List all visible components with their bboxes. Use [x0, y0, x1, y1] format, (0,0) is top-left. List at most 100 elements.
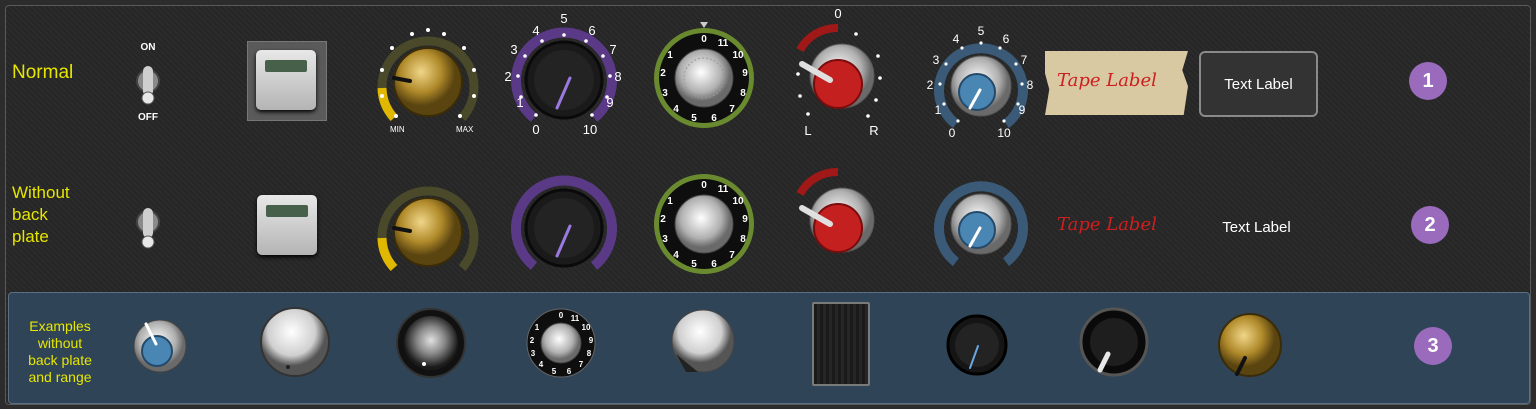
green-dial-knob[interactable]: 0 11 10 9 8 7 6 5 4 3 2 1 [648, 20, 758, 130]
row-label-without-back-plate: Without back plate [12, 182, 70, 248]
dial-number: 6 [711, 259, 717, 270]
gold-knob-no-plate[interactable] [372, 172, 482, 282]
examples-panel [8, 292, 1530, 404]
row-label-line: without [37, 335, 83, 351]
dial-number: 7 [729, 250, 735, 261]
dial-number: 10 [732, 50, 744, 61]
dial-number: 2 [660, 214, 666, 225]
row-label-normal: Normal [12, 62, 74, 83]
row-label-line: back [12, 205, 48, 224]
dial-number: 0 [559, 311, 564, 320]
pan-right-label: R [869, 123, 878, 138]
row-badge-1: 1 [1409, 62, 1447, 100]
blue-knob-no-plate[interactable] [922, 170, 1038, 270]
dial-number: 3 [662, 234, 668, 245]
lcd-button-no-plate[interactable] [257, 195, 317, 255]
pan-left-label: L [804, 123, 811, 138]
scale-tick-label: 0 [949, 126, 956, 140]
dial-number: 3 [531, 349, 536, 358]
dial-number: 9 [589, 336, 594, 345]
scale-tick-label: 3 [510, 42, 517, 57]
toggle-switch-no-plate[interactable] [128, 200, 168, 264]
dial-number: 10 [732, 196, 744, 207]
lcd-indicator [266, 205, 308, 217]
row-label-line: and range [28, 369, 92, 385]
dial-number: 0 [701, 34, 707, 45]
row-label-examples: Examples without back plate and range [14, 318, 106, 386]
toggle-off-label: OFF [138, 112, 158, 123]
dial-number: 9 [742, 68, 748, 79]
lcd-button[interactable] [256, 50, 316, 110]
scale-tick-label: 7 [1021, 53, 1028, 67]
scale-tick-label: 8 [1027, 78, 1034, 92]
example-knob-blue[interactable] [130, 318, 190, 378]
scale-tick-label: 3 [933, 53, 940, 67]
scale-tick-label: 10 [583, 122, 597, 137]
row-badge-2: 2 [1411, 206, 1449, 244]
scale-tick-label: 4 [532, 23, 539, 38]
green-dial-knob-no-plate[interactable]: 0 11 10 9 8 7 6 5 4 3 2 1 [648, 166, 758, 276]
text-label: Text Label [1199, 51, 1318, 117]
dial-number: 1 [667, 196, 673, 207]
purple-knob[interactable]: 0 1 2 3 4 5 6 7 8 9 10 [494, 10, 634, 140]
dial-number: 10 [582, 323, 591, 332]
dial-number: 4 [673, 104, 679, 115]
text-label-no-plate: Text Label [1222, 218, 1291, 236]
blue-knob[interactable]: 0 1 2 3 4 5 6 7 8 9 10 [922, 22, 1038, 140]
toggle-switch[interactable]: ON OFF [120, 38, 176, 124]
dial-number: 2 [660, 68, 666, 79]
scale-tick-label: 2 [927, 78, 934, 92]
dial-number: 2 [530, 336, 535, 345]
gold-knob[interactable]: MIN MAX [372, 22, 482, 136]
dial-number: 7 [579, 360, 584, 369]
dial-number: 8 [740, 88, 746, 99]
example-knob-black-white[interactable] [1078, 304, 1150, 378]
dial-number: 3 [662, 88, 668, 99]
pan-center-label: 0 [834, 6, 841, 21]
pan-knob-no-plate[interactable] [786, 160, 896, 270]
scale-tick-label: 1 [516, 95, 523, 110]
row-label-line: back plate [28, 352, 92, 368]
tape-label-no-plate: Tape Label [1057, 214, 1157, 235]
example-knob-silver[interactable] [668, 306, 738, 376]
scale-tick-label: 5 [978, 24, 985, 38]
dial-number: 5 [552, 367, 557, 376]
dial-number: 6 [711, 113, 717, 124]
example-knob-white[interactable] [258, 305, 332, 379]
dial-number: 4 [673, 250, 679, 261]
min-label: MIN [390, 125, 405, 134]
max-label: MAX [456, 125, 474, 134]
scale-tick-label: 7 [609, 42, 616, 57]
row-label-line: plate [12, 227, 49, 246]
row-label-line: Examples [29, 318, 91, 334]
dial-number: 11 [718, 38, 729, 49]
dial-number: 1 [535, 323, 540, 332]
scale-tick-label: 2 [504, 69, 511, 84]
scale-tick-label: 4 [953, 32, 960, 46]
scale-tick-label: 6 [588, 23, 595, 38]
purple-knob-no-plate[interactable] [494, 158, 634, 278]
scale-tick-label: 9 [1019, 103, 1026, 117]
scale-tick-label: 9 [606, 95, 613, 110]
example-fader[interactable] [812, 302, 870, 386]
dial-number: 11 [718, 184, 729, 195]
example-knob-dial[interactable]: 0 11 10 9 8 7 6 5 4 3 2 1 [524, 306, 598, 380]
dial-number: 0 [701, 180, 707, 191]
dial-number: 6 [567, 367, 572, 376]
scale-tick-label: 5 [560, 11, 567, 26]
dial-number: 4 [539, 360, 544, 369]
scale-tick-label: 10 [997, 126, 1011, 140]
pan-knob[interactable]: 0 L R [786, 6, 896, 138]
scale-tick-label: 0 [532, 122, 539, 137]
lcd-indicator [265, 60, 307, 72]
example-knob-steel[interactable] [394, 306, 468, 380]
dial-number: 9 [742, 214, 748, 225]
dial-number: 1 [667, 50, 673, 61]
dial-number: 8 [587, 349, 592, 358]
row-badge-3: 3 [1414, 327, 1452, 365]
example-knob-gold[interactable] [1215, 310, 1285, 380]
example-knob-black-blue[interactable] [944, 312, 1010, 378]
scale-tick-label: 6 [1003, 32, 1010, 46]
row-label-line: Without [12, 183, 70, 202]
dial-number: 11 [571, 314, 580, 323]
